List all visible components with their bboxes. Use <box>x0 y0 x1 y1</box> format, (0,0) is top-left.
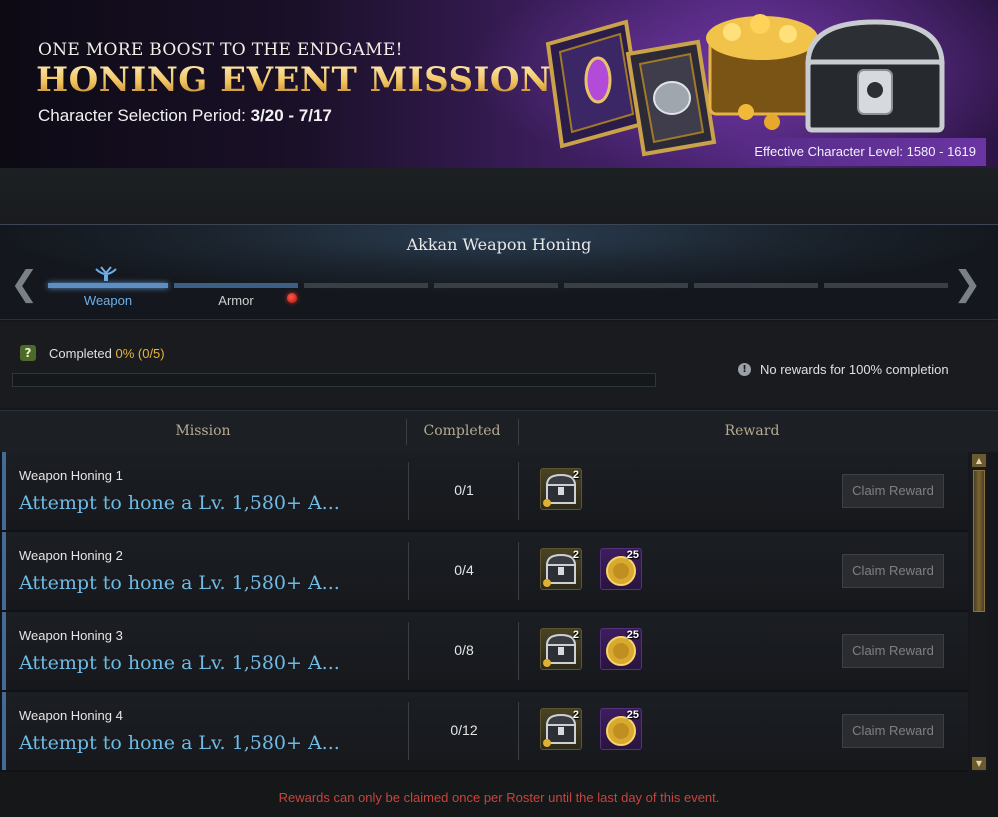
help-icon[interactable]: ? <box>20 345 36 361</box>
scroll-down-arrow-icon[interactable]: ▼ <box>972 757 986 770</box>
reward-coin-icon[interactable]: 25 <box>600 548 642 590</box>
tab-weapon-label: Weapon <box>83 293 133 308</box>
reward-coin-icon[interactable]: 25 <box>600 708 642 750</box>
selection-period-value: 3/20 - 7/17 <box>250 106 332 125</box>
next-arrow-icon[interactable]: ❯ <box>953 267 982 301</box>
tab-armor-bar <box>174 283 298 288</box>
tab-empty-slot <box>694 283 818 323</box>
mission-table-header: Mission Completed Reward <box>0 410 998 452</box>
mission-progress-count: 0/8 <box>454 642 474 658</box>
mission-progress-count: 0/12 <box>450 722 478 738</box>
section-title: Akkan Weapon Honing <box>406 235 592 254</box>
reward-chest-icon[interactable]: 2 <box>540 628 582 670</box>
mission-name: Weapon Honing 2 <box>19 548 123 563</box>
tab-empty-bar <box>434 283 558 288</box>
selection-period-label: Character Selection Period: <box>38 106 251 125</box>
mission-progress-count: 0/1 <box>454 482 474 498</box>
reward-quantity: 25 <box>626 629 639 641</box>
header-reward: Reward <box>724 423 780 439</box>
mission-section: Akkan Weapon Honing ❮ ❯ Weapon Armor <box>0 224 998 320</box>
tab-empty-bar <box>304 283 428 288</box>
progress-bar <box>12 373 656 387</box>
row-divider <box>518 622 519 680</box>
tab-empty-slot <box>824 283 948 323</box>
completed-label: Completed <box>49 346 116 361</box>
claim-reward-button[interactable]: Claim Reward <box>842 474 944 508</box>
reward-chest-icon[interactable]: 2 <box>540 548 582 590</box>
steel-chest-art <box>805 19 945 133</box>
selection-period: Character Selection Period: 3/20 - 7/17 <box>38 106 332 126</box>
claim-reward-button[interactable]: Claim Reward <box>842 634 944 668</box>
tab-empty-bar <box>694 283 818 288</box>
tab-empty-slot <box>434 283 558 323</box>
reward-quantity: 25 <box>626 549 639 561</box>
mission-description[interactable]: Attempt to hone a Lv. 1,580+ A... <box>19 572 340 594</box>
reward-quantity: 2 <box>572 469 579 481</box>
footer: Rewards can only be claimed once per Ros… <box>0 774 998 817</box>
completed-status: Completed 0% (0/5) <box>49 346 165 361</box>
reward-coin-icon[interactable]: 25 <box>600 628 642 670</box>
header-mission: Mission <box>175 423 231 439</box>
mission-list: Weapon Honing 1 Attempt to hone a Lv. 1,… <box>0 452 968 772</box>
mission-description[interactable]: Attempt to hone a Lv. 1,580+ A... <box>19 652 340 674</box>
tab-empty-bar <box>564 283 688 288</box>
mission-row: Weapon Honing 2 Attempt to hone a Lv. 1,… <box>2 532 968 610</box>
tab-empty-slot <box>564 283 688 323</box>
reward-chest-icon[interactable]: 2 <box>540 468 582 510</box>
banner-title: HONING EVENT MISSION <box>36 60 552 100</box>
mission-row: Weapon Honing 4 Attempt to hone a Lv. 1,… <box>2 692 968 770</box>
mission-description[interactable]: Attempt to hone a Lv. 1,580+ A... <box>19 732 340 754</box>
tab-weapon[interactable]: Weapon <box>48 266 168 323</box>
reward-quantity: 2 <box>572 709 579 721</box>
tab-armor-label: Armor <box>218 293 254 308</box>
weapon-emblem-icon <box>95 266 117 281</box>
notification-dot-icon <box>287 293 297 303</box>
mission-list-scrollbar[interactable]: ▲ ▼ <box>970 452 988 772</box>
scrollbar-thumb[interactable] <box>973 470 985 612</box>
banner-tagline: ONE MORE BOOST TO THE ENDGAME! <box>38 40 403 60</box>
event-banner: ONE MORE BOOST TO THE ENDGAME! HONING EV… <box>0 0 998 168</box>
reward-chest-icon[interactable]: 2 <box>540 708 582 750</box>
mission-row: Weapon Honing 1 Attempt to hone a Lv. 1,… <box>2 452 968 530</box>
honing-books-art <box>545 19 717 157</box>
completion-progress: ? Completed 0% (0/5) ! No rewards for 10… <box>0 322 998 408</box>
reward-quantity: 2 <box>572 629 579 641</box>
tab-weapon-bar <box>48 283 168 288</box>
mission-name: Weapon Honing 1 <box>19 468 123 483</box>
no-reward-note: No rewards for 100% completion <box>760 362 949 377</box>
reward-quantity: 25 <box>626 709 639 721</box>
previous-arrow-icon[interactable]: ❮ <box>10 267 39 301</box>
reward-quantity: 2 <box>572 549 579 561</box>
effective-level-badge: Effective Character Level: 1580 - 1619 <box>734 138 986 166</box>
row-divider <box>518 462 519 520</box>
tab-armor[interactable]: Armor <box>174 283 298 323</box>
row-divider <box>518 702 519 760</box>
row-divider <box>518 542 519 600</box>
header-completed: Completed <box>423 423 501 439</box>
scroll-up-arrow-icon[interactable]: ▲ <box>972 454 986 467</box>
tab-empty-slot <box>304 283 428 323</box>
claim-reward-button[interactable]: Claim Reward <box>842 554 944 588</box>
roster-claim-warning: Rewards can only be claimed once per Ros… <box>278 790 720 805</box>
info-icon: ! <box>738 363 751 376</box>
mission-name: Weapon Honing 3 <box>19 628 123 643</box>
completed-value: 0% (0/5) <box>115 346 165 361</box>
claim-reward-button[interactable]: Claim Reward <box>842 714 944 748</box>
mission-progress-count: 0/4 <box>454 562 474 578</box>
mission-name: Weapon Honing 4 <box>19 708 123 723</box>
background-strip <box>0 168 998 224</box>
mission-description[interactable]: Attempt to hone a Lv. 1,580+ A... <box>19 492 340 514</box>
tab-empty-bar <box>824 283 948 288</box>
mission-row: Weapon Honing 3 Attempt to hone a Lv. 1,… <box>2 612 968 690</box>
